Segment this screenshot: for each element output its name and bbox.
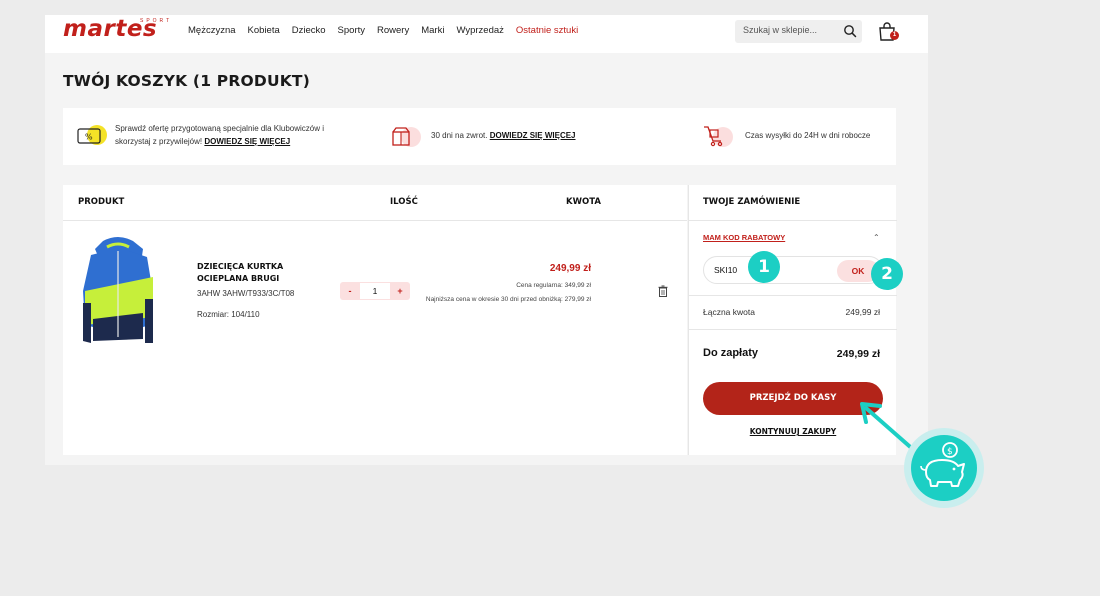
qty-value[interactable]: 1	[360, 283, 390, 299]
quantity-stepper: - 1 +	[340, 282, 410, 300]
page-title: TWÓJ KOSZYK (1 PRODUKT)	[63, 72, 310, 90]
qty-plus-button[interactable]: +	[391, 282, 409, 300]
return-benefit: 30 dni na zwrot. DOWIEDZ SIĘ WIĘCEJ	[391, 108, 631, 165]
lowest-price: Najniższa cena w okresie 30 dni przed ob…	[425, 296, 591, 303]
site-header: martes SPORT Mężczyzna Kobieta Dziecko S…	[45, 15, 928, 53]
total-label: Łączna kwota	[703, 307, 755, 317]
club-more-link[interactable]: DOWIEDZ SIĘ WIĘCEJ	[204, 137, 290, 146]
summary-divider	[689, 220, 897, 221]
product-name[interactable]: DZIECIĘCA KURTKA OCIEPLANA BRUGI	[197, 261, 317, 285]
nav-item-kids[interactable]: Dziecko	[292, 25, 326, 36]
summary-title: TWOJE ZAMÓWIENIE	[703, 197, 801, 207]
nav-item-last-pieces[interactable]: Ostatnie sztuki	[516, 25, 578, 36]
shipping-benefit: Czas wysyłki do 24H w dni robocze	[701, 108, 891, 165]
cart-count-badge: 1	[890, 31, 899, 40]
return-box-icon	[392, 127, 410, 146]
pay-value: 249,99 zł	[836, 348, 880, 360]
nav-item-sale[interactable]: Wyprzedaż	[456, 25, 503, 36]
return-more-link[interactable]: DOWIEDZ SIĘ WIĘCEJ	[490, 131, 576, 140]
cart-table: PRODUKT ILOŚĆ KWOTA DZIECIĘCA KURTKA OCI…	[63, 185, 687, 455]
product-size: Rozmiar: 104/110	[197, 310, 260, 319]
nav-item-bikes[interactable]: Rowery	[377, 25, 409, 36]
search-input[interactable]	[743, 25, 835, 35]
total-value: 249,99 zł	[845, 307, 881, 317]
col-header-amount: KWOTA	[566, 197, 601, 207]
discount-card-icon: %	[77, 128, 101, 144]
product-image[interactable]	[81, 233, 155, 349]
nav-item-brands[interactable]: Marki	[421, 25, 444, 36]
chevron-up-icon[interactable]: ⌃	[873, 233, 880, 242]
col-header-qty: ILOŚĆ	[390, 197, 418, 207]
step-2-badge: 2	[871, 258, 903, 290]
qty-minus-button[interactable]: -	[341, 282, 359, 300]
svg-text:%: %	[85, 133, 93, 142]
benefits-bar: % Sprawdź ofertę przygotowaną specjalnie…	[63, 108, 896, 165]
regular-price: Cena regularna: 349,99 zł	[516, 282, 591, 289]
step-1-badge: 1	[748, 251, 780, 283]
return-text: 30 dni na zwrot.	[431, 131, 488, 140]
table-divider	[63, 220, 687, 221]
nav-item-men[interactable]: Mężczyzna	[188, 25, 236, 36]
product-price: 249,99 zł	[549, 263, 591, 274]
col-header-product: PRODUKT	[78, 197, 125, 207]
pay-label: Do zapłaty	[703, 347, 759, 359]
summary-divider	[689, 295, 897, 296]
discount-code-link[interactable]: MAM KOD RABATOWY	[703, 233, 785, 242]
main-nav: Mężczyzna Kobieta Dziecko Sporty Rowery …	[188, 25, 590, 36]
club-benefit: % Sprawdź ofertę przygotowaną specjalnie…	[77, 108, 377, 165]
trash-icon[interactable]	[658, 285, 668, 297]
delivery-trolley-icon	[704, 126, 723, 147]
search-box	[735, 20, 862, 43]
search-icon[interactable]	[843, 24, 857, 38]
logo-sub: SPORT	[140, 18, 173, 24]
shipping-text: Czas wysyłki do 24H w dni robocze	[745, 131, 871, 140]
discount-code-box: OK	[703, 256, 883, 284]
nav-item-sports[interactable]: Sporty	[338, 25, 365, 36]
summary-divider	[689, 329, 897, 330]
product-code: 3AHW 3AHW/T933/3C/T08	[197, 289, 295, 298]
piggy-bank-icon: $	[904, 428, 984, 508]
svg-text:$: $	[947, 447, 953, 457]
nav-item-women[interactable]: Kobieta	[248, 25, 280, 36]
page-frame: martes SPORT Mężczyzna Kobieta Dziecko S…	[45, 15, 928, 465]
